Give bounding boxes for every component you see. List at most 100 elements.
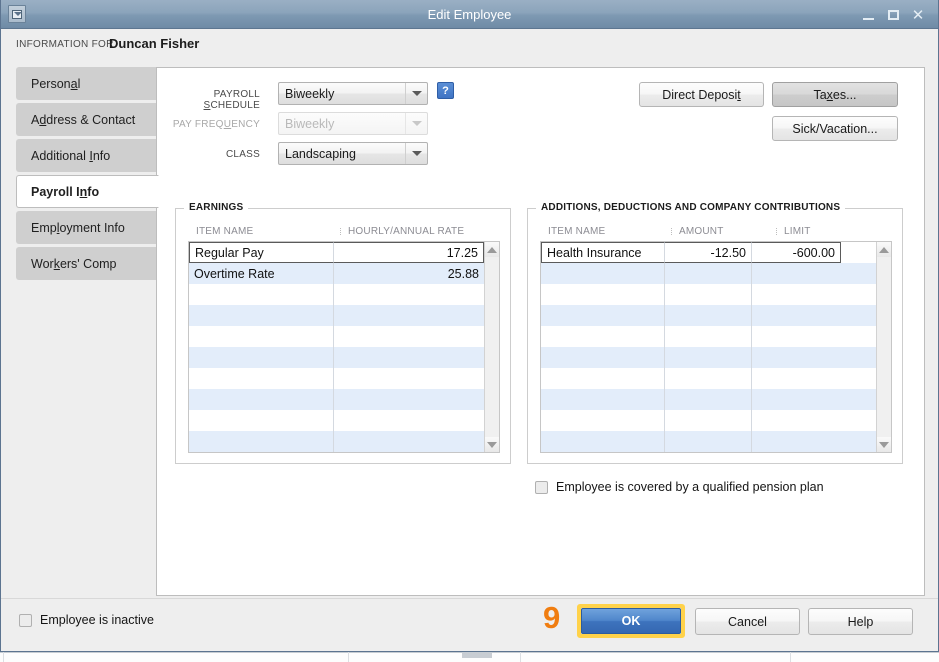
earnings-cell-item[interactable] <box>189 284 334 305</box>
help-button[interactable]: Help <box>808 608 913 635</box>
additions-cell-item[interactable] <box>541 263 665 284</box>
pension-checkbox[interactable] <box>535 480 548 494</box>
additions-cell-item[interactable] <box>541 431 665 452</box>
additions-cell-item[interactable] <box>541 347 665 368</box>
additions-cell-limit[interactable] <box>752 305 841 326</box>
additions-cell-limit[interactable] <box>752 263 841 284</box>
additions-cell-limit[interactable]: -600.00 <box>752 242 841 263</box>
additions-cell-item[interactable] <box>541 368 665 389</box>
additions-cell-limit[interactable] <box>752 284 841 305</box>
additions-cell-amount[interactable] <box>665 263 752 284</box>
earnings-row[interactable] <box>189 368 499 389</box>
earnings-grid-body[interactable]: Regular Pay 17.25 Overtime Rate 25.88 <box>188 241 500 453</box>
earnings-row[interactable] <box>189 347 499 368</box>
earnings-cell-rate[interactable] <box>334 368 484 389</box>
earnings-cell-item[interactable] <box>189 389 334 410</box>
tab-payroll-info[interactable]: Payroll Info <box>16 175 159 208</box>
tab-additional-info[interactable]: Additional Info <box>16 139 157 172</box>
earnings-row[interactable] <box>189 305 499 326</box>
additions-cell-amount[interactable] <box>665 305 752 326</box>
additions-cell-item[interactable] <box>541 410 665 431</box>
cancel-button[interactable]: Cancel <box>695 608 800 635</box>
tab-personal[interactable]: Personal <box>16 67 157 100</box>
earnings-row[interactable]: Overtime Rate 25.88 <box>189 263 499 284</box>
additions-cell-amount[interactable] <box>665 326 752 347</box>
additions-cell-limit[interactable] <box>752 431 841 452</box>
tab-employment-info[interactable]: Employment Info <box>16 211 157 244</box>
additions-cell-limit[interactable] <box>752 389 841 410</box>
tab-address-contact[interactable]: Address & Contact <box>16 103 157 136</box>
earnings-cell-rate[interactable]: 25.88 <box>334 263 484 284</box>
earnings-row[interactable] <box>189 389 499 410</box>
scroll-up-icon[interactable] <box>485 242 499 257</box>
earnings-cell-item[interactable]: Regular Pay <box>189 242 334 263</box>
additions-cell-limit[interactable] <box>752 410 841 431</box>
earnings-cell-rate[interactable] <box>334 410 484 431</box>
ok-button[interactable]: OK <box>581 608 681 634</box>
additions-row[interactable] <box>541 284 891 305</box>
maximize-button[interactable] <box>881 0 905 29</box>
additions-cell-limit[interactable] <box>752 347 841 368</box>
earnings-cell-item[interactable] <box>189 431 334 452</box>
additions-cell-amount[interactable] <box>665 389 752 410</box>
additions-cell-amount[interactable]: -12.50 <box>665 242 752 263</box>
additions-cell-item[interactable] <box>541 389 665 410</box>
earnings-row[interactable] <box>189 326 499 347</box>
scroll-down-icon[interactable] <box>485 437 499 452</box>
additions-cell-item[interactable] <box>541 284 665 305</box>
close-button[interactable]: ✕ <box>906 0 930 29</box>
direct-deposit-button[interactable]: Direct Deposit <box>639 82 764 107</box>
additions-cell-limit[interactable] <box>752 368 841 389</box>
additions-cell-item[interactable]: Health Insurance <box>541 242 665 263</box>
additions-row[interactable] <box>541 368 891 389</box>
additions-row[interactable] <box>541 431 891 452</box>
earnings-cell-rate[interactable]: 17.25 <box>334 242 484 263</box>
additions-row[interactable]: Health Insurance -12.50 -600.00 <box>541 242 891 263</box>
earnings-row[interactable] <box>189 410 499 431</box>
sick-vacation-button[interactable]: Sick/Vacation... <box>772 116 898 141</box>
earnings-row[interactable] <box>189 431 499 452</box>
earnings-cell-item[interactable] <box>189 326 334 347</box>
scroll-down-icon[interactable] <box>877 437 891 452</box>
additions-cell-amount[interactable] <box>665 347 752 368</box>
additions-scrollbar[interactable] <box>876 242 891 452</box>
additions-row[interactable] <box>541 263 891 284</box>
additions-row[interactable] <box>541 305 891 326</box>
additions-row[interactable] <box>541 410 891 431</box>
earnings-scrollbar[interactable] <box>484 242 499 452</box>
class-select[interactable]: Landscaping <box>278 142 428 165</box>
additions-cell-amount[interactable] <box>665 284 752 305</box>
earnings-row[interactable] <box>189 284 499 305</box>
earnings-cell-item[interactable] <box>189 305 334 326</box>
additions-cell-amount[interactable] <box>665 410 752 431</box>
earnings-cell-rate[interactable] <box>334 305 484 326</box>
minimize-button[interactable] <box>856 0 880 29</box>
pension-checkbox-row[interactable]: Employee is covered by a qualified pensi… <box>535 480 824 494</box>
additions-row[interactable] <box>541 326 891 347</box>
additions-grid-body[interactable]: Health Insurance -12.50 -600.00 <box>540 241 892 453</box>
inactive-checkbox-row[interactable]: Employee is inactive <box>19 613 154 627</box>
earnings-cell-item[interactable] <box>189 368 334 389</box>
earnings-cell-item[interactable] <box>189 410 334 431</box>
earnings-cell-item[interactable]: Overtime Rate <box>189 263 334 284</box>
earnings-row[interactable]: Regular Pay 17.25 <box>189 242 499 263</box>
earnings-cell-rate[interactable] <box>334 431 484 452</box>
taxes-button[interactable]: Taxes... <box>772 82 898 107</box>
additions-cell-item[interactable] <box>541 326 665 347</box>
earnings-cell-item[interactable] <box>189 347 334 368</box>
scroll-up-icon[interactable] <box>877 242 891 257</box>
additions-cell-limit[interactable] <box>752 326 841 347</box>
additions-row[interactable] <box>541 347 891 368</box>
earnings-cell-rate[interactable] <box>334 326 484 347</box>
additions-row[interactable] <box>541 389 891 410</box>
tab-workers-comp[interactable]: Workers' Comp <box>16 247 157 280</box>
additions-cell-amount[interactable] <box>665 431 752 452</box>
earnings-cell-rate[interactable] <box>334 389 484 410</box>
additions-cell-item[interactable] <box>541 305 665 326</box>
payroll-schedule-select[interactable]: Biweekly <box>278 82 428 105</box>
additions-cell-amount[interactable] <box>665 368 752 389</box>
help-icon[interactable]: ? <box>437 82 454 99</box>
earnings-cell-rate[interactable] <box>334 347 484 368</box>
earnings-cell-rate[interactable] <box>334 284 484 305</box>
inactive-checkbox[interactable] <box>19 613 32 627</box>
